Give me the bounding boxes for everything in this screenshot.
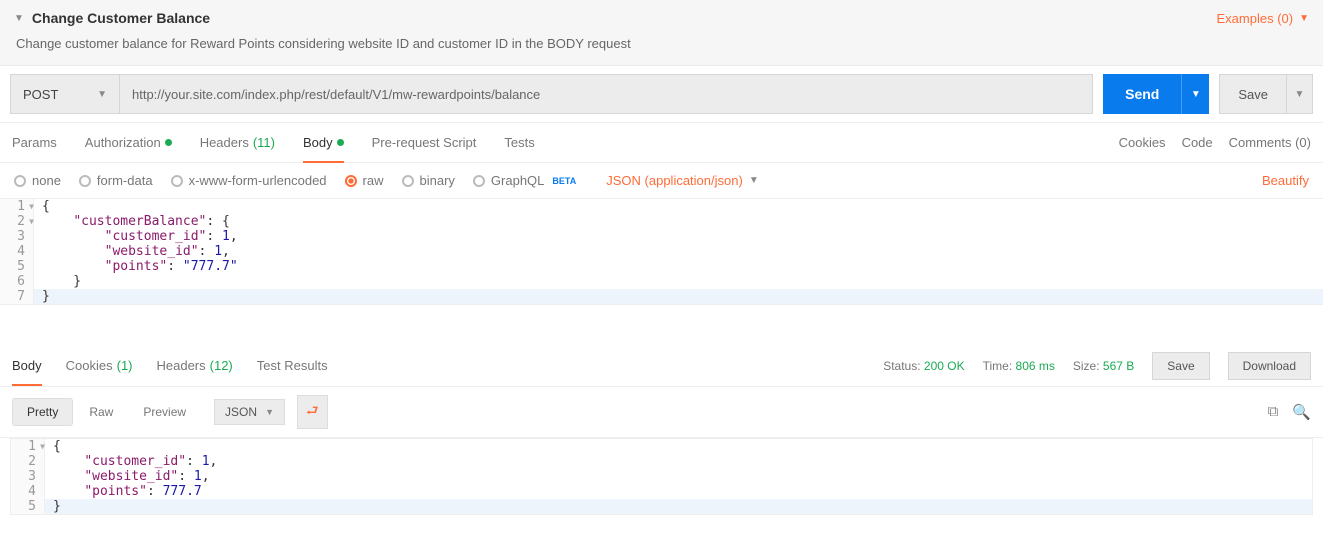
request-description: Change customer balance for Reward Point… — [14, 26, 1309, 57]
response-body-viewer[interactable]: 1▼{ 2 "customer_id": 1, 3 "website_id": … — [10, 438, 1313, 515]
save-dropdown-button[interactable]: ▼ — [1287, 74, 1313, 114]
save-response-button[interactable]: Save — [1152, 352, 1209, 380]
content-type-dropdown[interactable]: JSON (application/json) ▼ — [606, 173, 758, 188]
size-value: 567 B — [1103, 359, 1134, 373]
tab-tests[interactable]: Tests — [504, 123, 534, 162]
caret-down-icon: ▼ — [749, 175, 759, 186]
request-body-editor[interactable]: 1▼{ 2▼ "customerBalance": { 3 "customer_… — [0, 199, 1323, 305]
size-label: Size: — [1073, 359, 1100, 373]
download-button[interactable]: Download — [1228, 352, 1311, 380]
save-button[interactable]: Save — [1219, 74, 1287, 114]
examples-dropdown[interactable]: Examples (0) ▼ — [1217, 11, 1309, 26]
lang-dropdown[interactable]: JSON ▼ — [214, 399, 285, 425]
caret-down-icon: ▼ — [1299, 13, 1309, 24]
method-dropdown[interactable]: POST ▼ — [10, 74, 120, 114]
resp-tab-cookies[interactable]: Cookies (1) — [66, 346, 133, 385]
wrap-toggle-button[interactable]: ⮐ — [297, 395, 328, 429]
url-value: http://your.site.com/index.php/rest/defa… — [132, 87, 540, 102]
request-title: Change Customer Balance — [32, 10, 210, 26]
send-button[interactable]: Send — [1103, 74, 1181, 114]
view-raw[interactable]: Raw — [75, 399, 127, 425]
caret-down-icon: ▼ — [1191, 89, 1201, 100]
resp-tab-headers[interactable]: Headers (12) — [157, 346, 233, 385]
wrap-icon: ⮐ — [306, 402, 319, 418]
radio-binary[interactable]: binary — [402, 173, 455, 188]
view-pretty[interactable]: Pretty — [12, 398, 73, 426]
dot-icon — [337, 139, 344, 146]
radio-raw[interactable]: raw — [345, 173, 384, 188]
view-preview[interactable]: Preview — [129, 399, 200, 425]
tab-authorization[interactable]: Authorization — [85, 123, 172, 162]
radio-none[interactable]: none — [14, 173, 61, 188]
status-value: 200 OK — [924, 359, 965, 373]
url-input[interactable]: http://your.site.com/index.php/rest/defa… — [120, 74, 1093, 114]
time-label: Time: — [983, 359, 1013, 373]
time-value: 806 ms — [1016, 359, 1055, 373]
radio-xwww[interactable]: x-www-form-urlencoded — [171, 173, 327, 188]
tab-headers[interactable]: Headers (11) — [200, 123, 275, 162]
method-value: POST — [23, 87, 58, 102]
search-icon[interactable]: 🔍 — [1292, 403, 1311, 421]
examples-label: Examples (0) — [1217, 11, 1294, 26]
tab-prerequest[interactable]: Pre-request Script — [372, 123, 477, 162]
caret-down-icon: ▼ — [1295, 89, 1305, 100]
dot-icon — [165, 139, 172, 146]
collapse-icon[interactable]: ▼ — [14, 13, 24, 24]
caret-down-icon: ▼ — [97, 89, 107, 100]
radio-graphql[interactable]: GraphQLBETA — [473, 173, 576, 188]
status-label: Status: — [883, 359, 920, 373]
tab-body[interactable]: Body — [303, 123, 344, 162]
link-comments[interactable]: Comments (0) — [1229, 135, 1311, 150]
link-cookies[interactable]: Cookies — [1119, 135, 1166, 150]
beautify-button[interactable]: Beautify — [1262, 173, 1309, 188]
resp-tab-tests[interactable]: Test Results — [257, 346, 328, 385]
resp-tab-body[interactable]: Body — [12, 346, 42, 385]
tab-params[interactable]: Params — [12, 123, 57, 162]
caret-down-icon: ▼ — [265, 407, 274, 417]
send-dropdown-button[interactable]: ▼ — [1181, 74, 1209, 114]
link-code[interactable]: Code — [1182, 135, 1213, 150]
copy-icon[interactable]: ⧉ — [1268, 403, 1279, 421]
radio-form-data[interactable]: form-data — [79, 173, 153, 188]
